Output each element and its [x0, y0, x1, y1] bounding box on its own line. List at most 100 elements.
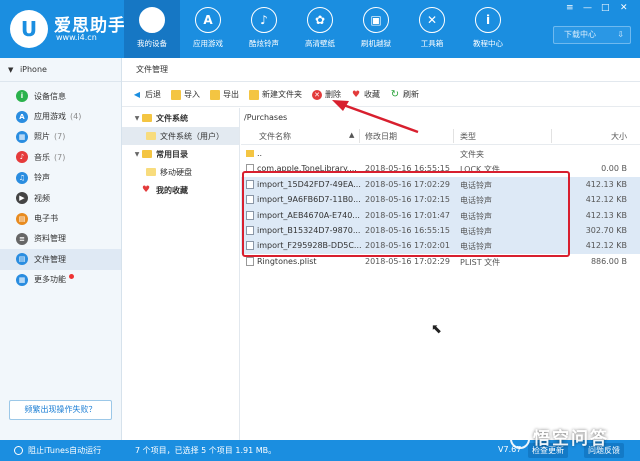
folder-icon	[146, 168, 156, 176]
watermark: 悟空问答	[510, 424, 609, 449]
document-icon: ≡	[16, 232, 28, 245]
sidebar-item-4[interactable]: ♫ 铃声	[0, 168, 121, 188]
nav-item-6[interactable]: i 教程中心	[460, 0, 516, 58]
sidebar: ▼ iPhone i 设备信息 A 应用游戏 (4) ▦ 照片 (7) ♪ 音乐 (7) ♫ 铃声 ▶ 视频…	[0, 58, 122, 440]
back-button[interactable]: ◀ 后退	[132, 89, 161, 100]
radio-icon	[14, 446, 23, 455]
sidebar-item-count: (7)	[54, 132, 66, 142]
nav-item-1[interactable]: A 应用游戏	[180, 0, 236, 58]
favorite-button[interactable]: ♥ 收藏	[351, 89, 380, 100]
file-date: 2018-05-16 17:02:29	[365, 256, 450, 266]
new-folder-icon	[249, 89, 259, 100]
device-selector[interactable]: ▼ iPhone	[0, 58, 121, 82]
sidebar-item-label: 资料管理	[34, 234, 66, 244]
video-icon: ▶	[16, 192, 28, 205]
sidebar-item-0[interactable]: i 设备信息	[0, 86, 121, 106]
import-button[interactable]: 导入	[171, 89, 200, 100]
file-icon	[246, 256, 254, 266]
minimize-icon[interactable]: —	[583, 3, 592, 13]
heart-icon: ♥	[142, 185, 151, 195]
download-center-button[interactable]: 下载中心 ⇩	[553, 26, 631, 44]
music-icon: ♪	[16, 151, 28, 164]
app-store-icon: A	[16, 110, 28, 123]
app-url: www.i4.cn	[56, 33, 97, 42]
mouse-cursor-icon: ⬉	[431, 322, 442, 337]
tree-item-file-system-user[interactable]: 文件系统（用户）	[122, 127, 239, 145]
sort-caret-icon: ▲	[349, 131, 355, 139]
maximize-icon[interactable]: □	[601, 3, 610, 13]
download-icon: ⇩	[617, 30, 624, 39]
sidebar-item-5[interactable]: ▶ 视频	[0, 188, 121, 208]
refresh-button[interactable]: ↻ 刷新	[390, 89, 419, 100]
sidebar-item-6[interactable]: ▤ 电子书	[0, 208, 121, 228]
nav-item-3[interactable]: ✿ 高清壁纸	[292, 0, 348, 58]
nav-item-0[interactable]: 我的设备	[124, 0, 180, 58]
download-center-label: 下载中心	[564, 30, 596, 39]
sidebar-item-label: 更多功能	[34, 275, 66, 285]
sidebar-item-8[interactable]: ▤ 文件管理	[0, 249, 121, 270]
sidebar-item-label: 文件管理	[34, 254, 66, 264]
tree-item-mobile-disk[interactable]: 移动硬盘	[122, 163, 239, 181]
operation-failed-help-button[interactable]: 频繁出现操作失败？	[9, 400, 112, 420]
caret-down-icon: ▼	[134, 114, 140, 122]
file-name: Ringtones.plist	[257, 256, 317, 266]
nav-item-4[interactable]: ▣ 刷机越狱	[348, 0, 404, 58]
tab-file-management[interactable]: 文件管理	[136, 64, 168, 75]
app-store-icon: A	[195, 7, 221, 33]
sidebar-item-2[interactable]: ▦ 照片 (7)	[0, 127, 121, 147]
menu-icon[interactable]: ≡	[566, 3, 574, 13]
sidebar-item-label: 音乐	[34, 152, 50, 162]
delete-button[interactable]: ✕ 删除	[312, 89, 341, 100]
close-icon[interactable]: ✕	[620, 3, 628, 13]
nav-item-5[interactable]: ✕ 工具箱	[404, 0, 460, 58]
sidebar-item-7[interactable]: ≡ 资料管理	[0, 229, 121, 249]
column-divider	[453, 129, 454, 143]
flower-icon: ✿	[307, 7, 333, 33]
notification-dot	[69, 274, 74, 280]
sidebar-item-label: 应用游戏	[34, 112, 66, 122]
file-size: 302.70 KB	[585, 225, 627, 235]
nav-label: 刷机越狱	[361, 39, 391, 48]
new-folder-button[interactable]: 新建文件夹	[249, 89, 302, 100]
book-icon: ▤	[16, 212, 28, 225]
nav-label: 高清壁纸	[305, 39, 335, 48]
logo-icon: U	[10, 10, 48, 48]
sidebar-item-3[interactable]: ♪ 音乐 (7)	[0, 147, 121, 167]
info-icon: i	[475, 7, 501, 33]
tree-item-favorites[interactable]: ♥ 我的收藏	[122, 181, 239, 199]
file-size: 0.00 B	[601, 164, 627, 174]
bell-icon: ♪	[251, 7, 277, 33]
main-nav: 我的设备 A 应用游戏 ♪ 酷炫铃声 ✿ 高清壁纸 ▣ 刷机越狱 ✕ 工具箱 i 教程中心	[124, 0, 516, 58]
nav-item-2[interactable]: ♪ 酷炫铃声	[236, 0, 292, 58]
sidebar-item-label: 视频	[34, 193, 50, 203]
selection-highlight-box	[242, 171, 570, 257]
sidebar-item-label: 设备信息	[34, 91, 66, 101]
export-folder-icon	[210, 89, 220, 100]
tree-item-file-system[interactable]: ▼ 文件系统	[122, 109, 239, 127]
caret-down-icon: ▼	[134, 150, 140, 158]
photo-icon: ▦	[16, 130, 28, 143]
column-type[interactable]: 类型	[460, 131, 476, 142]
folder-icon	[246, 150, 254, 157]
folder-icon	[142, 150, 152, 158]
file-type: PLIST 文件	[460, 257, 501, 267]
file-size: 412.12 KB	[585, 195, 627, 205]
column-size[interactable]: 大小	[611, 131, 627, 142]
export-button[interactable]: 导出	[210, 89, 239, 100]
box-icon: ▣	[363, 7, 389, 33]
sidebar-item-label: 电子书	[34, 214, 58, 224]
file-type: 文件夹	[460, 150, 484, 159]
block-itunes-toggle[interactable]: 阻止iTunes自动运行	[14, 445, 101, 456]
file-list-header: 文件名称 ▲ 修改日期 类型 大小	[241, 127, 640, 145]
sidebar-item-1[interactable]: A 应用游戏 (4)	[0, 106, 121, 126]
file-row[interactable]: .. 文件夹	[241, 146, 640, 161]
sidebar-item-9[interactable]: ▦ 更多功能	[0, 270, 121, 290]
refresh-icon: ↻	[390, 89, 400, 100]
tree-item-common-dirs[interactable]: ▼ 常用目录	[122, 145, 239, 163]
file-size: 412.13 KB	[585, 210, 627, 220]
bell-icon: ♫	[16, 171, 28, 184]
column-date[interactable]: 修改日期	[365, 131, 397, 142]
watermark-logo-icon	[510, 429, 530, 449]
column-name[interactable]: 文件名称	[259, 131, 291, 142]
sidebar-list: i 设备信息 A 应用游戏 (4) ▦ 照片 (7) ♪ 音乐 (7) ♫ 铃声 ▶ 视频 ▤ 电子书 ≡ 资料管理…	[0, 82, 121, 290]
